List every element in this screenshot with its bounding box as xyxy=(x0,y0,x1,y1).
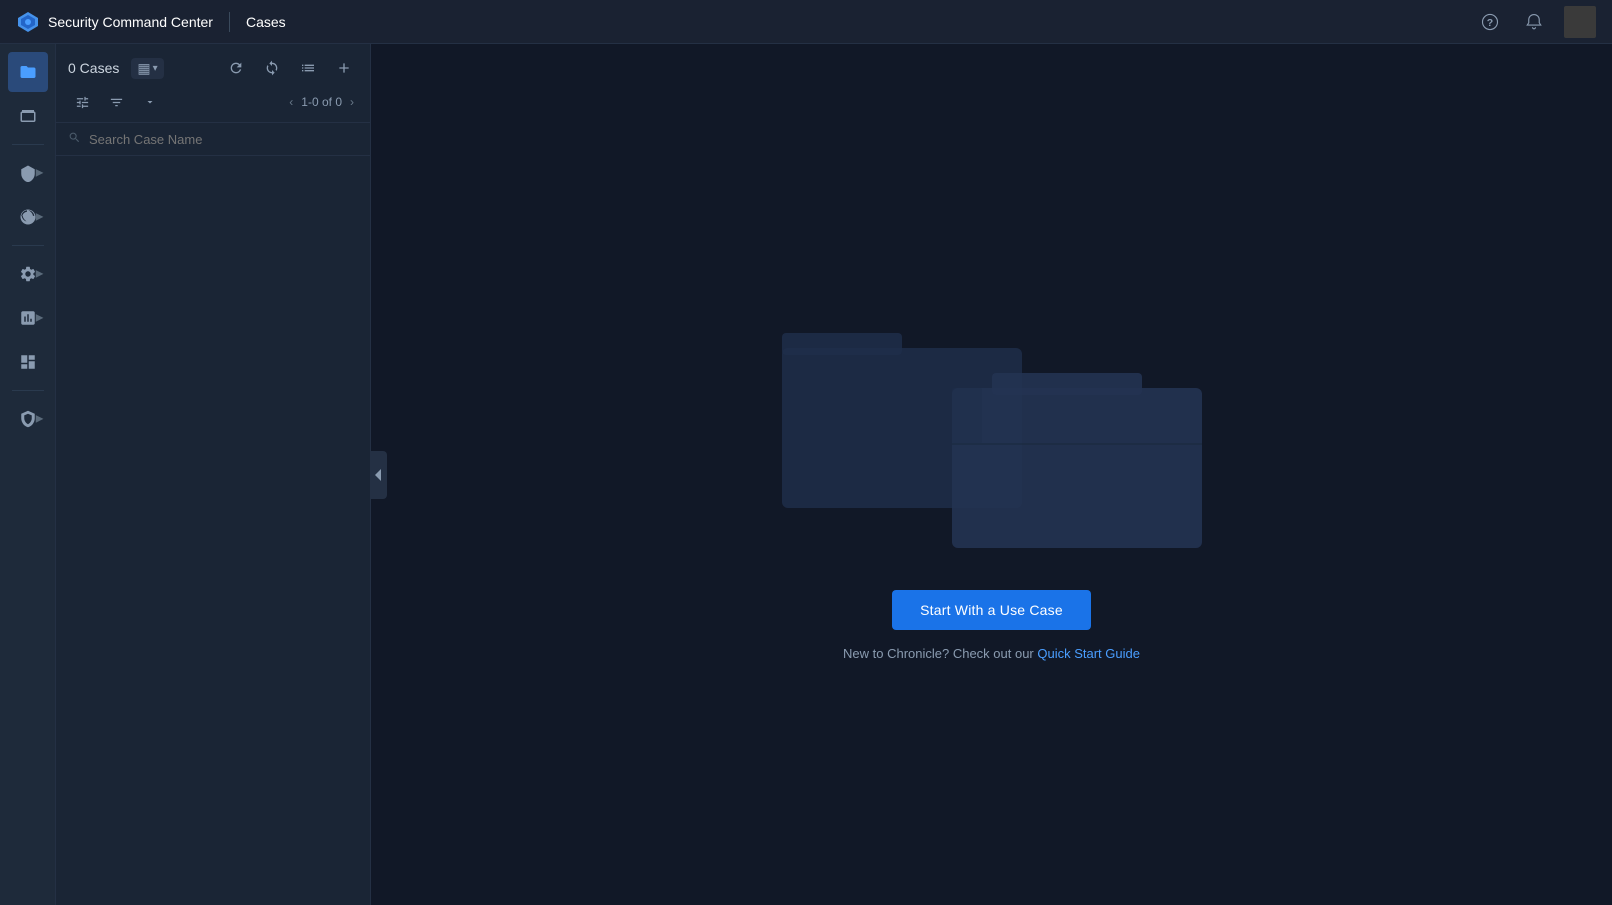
search-row xyxy=(56,123,370,156)
sidebar-item-settings[interactable]: ▶ xyxy=(8,254,48,294)
sidebar-expand-icon-3: ▶ xyxy=(36,269,44,280)
quick-start-guide-link[interactable]: Quick Start Guide xyxy=(1037,646,1140,661)
layout-button[interactable] xyxy=(294,54,322,82)
filter-chevron-button[interactable] xyxy=(136,88,164,116)
pagination: ‹ 1-0 of 0 › xyxy=(285,93,358,111)
sidebar-expand-icon: ▶ xyxy=(36,168,44,179)
topnav-actions: ? xyxy=(1476,6,1596,38)
start-use-case-button[interactable]: Start With a Use Case xyxy=(892,590,1091,630)
view-toggle[interactable]: ▦ ▾ xyxy=(131,58,163,79)
notifications-button[interactable] xyxy=(1520,8,1548,36)
chevron-down-icon: ▾ xyxy=(153,63,158,74)
new-to-chronicle-label: New to Chronicle? Check out our xyxy=(843,646,1037,661)
toolbar-row-2: ‹ 1-0 of 0 › xyxy=(68,88,358,116)
toolbar-row-1: 0 Cases ▦ ▾ xyxy=(68,54,358,82)
quick-start-text: New to Chronicle? Check out our Quick St… xyxy=(843,646,1140,661)
search-icon xyxy=(68,131,81,147)
sidebar-item-shield[interactable]: ▶ xyxy=(8,153,48,193)
sync-button[interactable] xyxy=(258,54,286,82)
svg-text:?: ? xyxy=(1487,16,1493,28)
cta-section: Start With a Use Case New to Chronicle? … xyxy=(843,590,1140,661)
app-name: Security Command Center xyxy=(48,14,213,30)
folder-illustration xyxy=(772,288,1212,558)
collapse-panel-button[interactable] xyxy=(371,451,387,499)
sidebar-divider-1 xyxy=(12,144,44,145)
filter-button[interactable] xyxy=(102,88,130,116)
add-case-button[interactable] xyxy=(330,54,358,82)
search-box[interactable] xyxy=(68,131,358,147)
pagination-label: 1-0 of 0 xyxy=(301,95,342,109)
cases-list xyxy=(56,156,370,905)
main-content: Start With a Use Case New to Chronicle? … xyxy=(371,44,1612,905)
filter-tools-button[interactable] xyxy=(68,88,96,116)
sidebar-divider-2 xyxy=(12,245,44,246)
sidebar-item-admin[interactable]: ▶ xyxy=(8,399,48,439)
page-title: Cases xyxy=(246,14,286,30)
grid-view-icon: ▦ xyxy=(137,60,150,77)
topnav: Security Command Center Cases ? xyxy=(0,0,1612,44)
cases-count: 0 Cases xyxy=(68,60,119,76)
help-button[interactable]: ? xyxy=(1476,8,1504,36)
sidebar-item-reports[interactable]: ▶ xyxy=(8,298,48,338)
sidebar-expand-icon-5: ▶ xyxy=(36,414,44,425)
sidebar-expand-icon-4: ▶ xyxy=(36,313,44,324)
refresh-button[interactable] xyxy=(222,54,250,82)
sidebar: ▶ ▶ ▶ ▶ ▶ xyxy=(0,44,56,905)
sidebar-item-radar[interactable]: ▶ xyxy=(8,197,48,237)
sidebar-item-investigations[interactable] xyxy=(8,96,48,136)
empty-folder-svg xyxy=(772,288,1212,558)
nav-divider xyxy=(229,12,230,32)
sidebar-divider-3 xyxy=(12,390,44,391)
app-logo: Security Command Center xyxy=(16,10,213,34)
user-avatar[interactable] xyxy=(1564,6,1596,38)
cases-panel: 0 Cases ▦ ▾ xyxy=(56,44,371,905)
cases-toolbar: 0 Cases ▦ ▾ xyxy=(56,44,370,123)
pagination-next[interactable]: › xyxy=(346,93,358,111)
empty-state: Start With a Use Case New to Chronicle? … xyxy=(772,288,1212,661)
main-layout: ▶ ▶ ▶ ▶ ▶ 0 Ca xyxy=(0,44,1612,905)
sidebar-expand-icon-2: ▶ xyxy=(36,212,44,223)
sidebar-item-dashboard[interactable] xyxy=(8,342,48,382)
logo-icon xyxy=(16,10,40,34)
pagination-prev[interactable]: ‹ xyxy=(285,93,297,111)
search-input[interactable] xyxy=(89,132,358,147)
sidebar-item-cases[interactable] xyxy=(8,52,48,92)
